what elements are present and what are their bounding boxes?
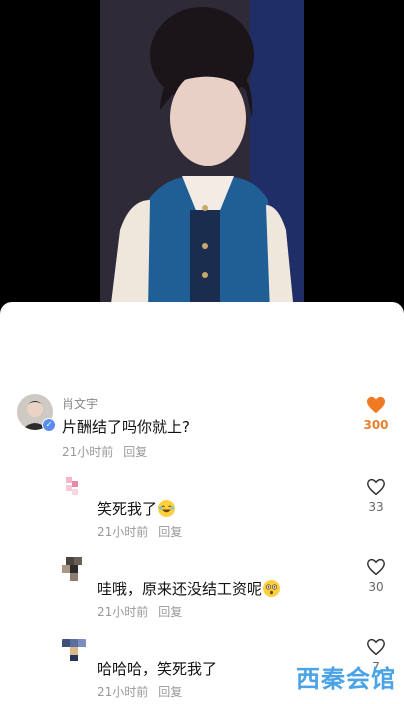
heart-filled-icon [367,396,385,414]
video-player[interactable] [0,0,404,312]
main-comment: ✓ 肖文宇 片酬结了吗你就上? 21小时前 回复 300 [0,390,404,460]
heart-outline-icon [367,558,385,576]
reply-button[interactable]: 回复 [123,445,147,459]
comment-text: 哈哈哈，笑死我了 [97,660,218,678]
laugh-emoji-icon [158,500,176,517]
comment-username[interactable]: 肖文宇 [62,395,98,412]
surprised-emoji-icon [263,580,281,597]
comment-time: 21小时前 [97,525,149,539]
reply-button[interactable]: 回复 [158,685,182,699]
heart-outline-icon [367,478,385,496]
like-button[interactable]: 33 [356,478,396,514]
reply-comment: 笑死我了 21小时前 回复 33 [0,474,404,544]
comment-text-content: 哇哦，原来还没结工资呢 [97,580,263,598]
comment-text: 片酬结了吗你就上? [62,418,190,436]
comment-sheet[interactable]: ✓ 肖文宇 片酬结了吗你就上? 21小时前 回复 300 笑死我了 21小时前 … [0,302,404,704]
like-count: 30 [368,580,384,594]
like-count: 33 [368,500,384,514]
comment-meta: 21小时前 回复 [97,683,192,700]
actress-image [100,0,304,312]
comment-time: 21小时前 [62,445,114,459]
reply-comment: 哇哦，原来还没结工资呢 21小时前 回复 30 [0,554,404,624]
avatar[interactable] [62,557,86,581]
comment-meta: 21小时前 回复 [97,603,192,620]
comment-time: 21小时前 [97,605,149,619]
heart-outline-icon [367,638,385,656]
comment-time: 21小时前 [97,685,149,699]
avatar[interactable] [62,637,86,661]
comment-text: 笑死我了 [97,498,176,519]
like-button[interactable]: 300 [356,396,396,432]
comment-meta: 21小时前 回复 [97,523,192,540]
watermark-logo: 西秦会馆 [296,665,396,693]
like-button[interactable]: 30 [356,558,396,594]
video-frame [100,0,304,312]
comment-text: 哇哦，原来还没结工资呢 [97,578,281,599]
reply-button[interactable]: 回复 [158,605,182,619]
comment-meta: 21小时前 回复 [62,443,157,460]
avatar[interactable] [62,477,86,501]
comment-text-content: 笑死我了 [97,500,158,518]
verified-badge: ✓ [42,418,56,432]
like-count: 300 [363,418,389,432]
reply-button[interactable]: 回复 [158,525,182,539]
